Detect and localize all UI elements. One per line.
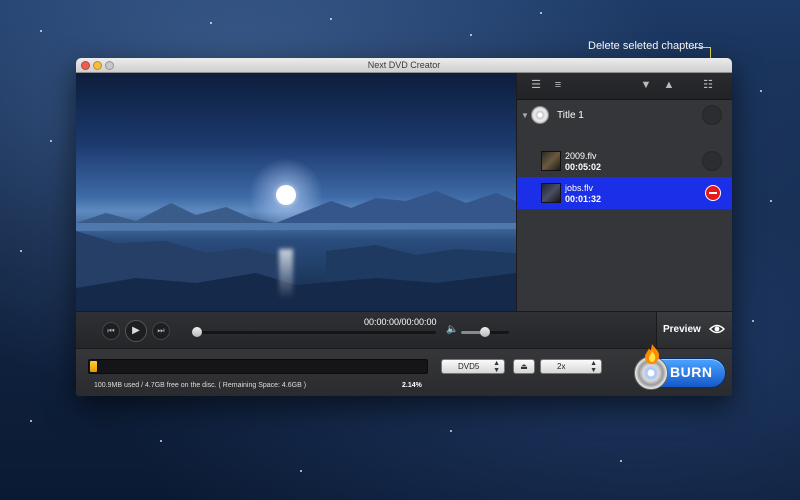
chapter-duration: 00:05:02: [565, 162, 602, 172]
playback-controls: ⏮ ▶ ⏭ 00:00:00/00:00:00 🔈: [76, 311, 656, 348]
window-title: Next DVD Creator: [367, 60, 441, 70]
chapter-action-slot: [702, 151, 722, 171]
chapter-item[interactable]: 2009.flv 00:05:02: [517, 145, 732, 177]
menu-icon[interactable]: ☰: [529, 78, 543, 92]
tree-icon[interactable]: ☷: [701, 78, 715, 92]
arrow-up-icon[interactable]: ▲: [662, 78, 676, 92]
previous-icon[interactable]: ⏮: [102, 322, 120, 340]
chapter-item-selected[interactable]: jobs.flv 00:01:32: [517, 177, 732, 209]
chapter-duration: 00:01:32: [565, 194, 602, 204]
title-label: Title 1: [557, 110, 584, 121]
seek-knob[interactable]: [192, 327, 202, 337]
video-preview[interactable]: [76, 73, 516, 311]
disc-type-value: DVD5: [458, 362, 480, 371]
eye-icon: [709, 324, 725, 334]
callout-text: Delete seleted chapters: [588, 40, 704, 52]
panel-toolbar: ☰ ≡ ▼ ▲ ☷: [517, 73, 732, 100]
disc-usage-percent: 2.14%: [402, 382, 422, 389]
burn-button[interactable]: BURN: [634, 344, 726, 390]
volume-icon[interactable]: 🔈: [446, 324, 458, 335]
burn-speed-value: 2x: [557, 362, 566, 371]
preview-label: Preview: [663, 324, 701, 335]
chevron-updown-icon: ▲ ▼: [493, 360, 500, 374]
disc-capacity-bar: [88, 359, 428, 374]
time-display: 00:00:00/00:00:00: [364, 317, 437, 327]
burn-label: BURN: [670, 364, 713, 380]
seek-bar[interactable]: [196, 331, 436, 334]
disc-type-select[interactable]: DVD5 ▲ ▼: [441, 359, 505, 374]
volume-knob[interactable]: [480, 327, 490, 337]
chapter-action-slot: [702, 105, 722, 125]
moon-reflection: [279, 249, 293, 299]
mountain-landscape: [76, 191, 516, 311]
disclosure-triangle-icon[interactable]: ▼: [521, 111, 529, 120]
arrow-down-icon[interactable]: ▼: [639, 78, 653, 92]
chapter-thumbnail: [541, 151, 561, 171]
play-icon[interactable]: ▶: [125, 320, 147, 342]
disc-icon: [531, 106, 549, 124]
disc-capacity-fill: [90, 361, 97, 372]
chapter-name: 2009.flv: [565, 151, 597, 161]
title-bar: Next DVD Creator: [76, 58, 732, 73]
callout-line: [692, 47, 710, 48]
chapter-panel: ☰ ≡ ▼ ▲ ☷ ▼ Title 1 2009.flv 00:05:02 jo…: [516, 73, 732, 311]
delete-icon[interactable]: [705, 185, 721, 201]
eject-icon[interactable]: ⏏: [513, 359, 535, 374]
chapter-thumbnail: [541, 183, 561, 203]
burn-speed-select[interactable]: 2x ▲ ▼: [540, 359, 602, 374]
disc-usage-text: 100.9MB used / 4.7GB free on the disc. (…: [94, 382, 307, 389]
list-icon[interactable]: ≡: [551, 78, 565, 92]
title-item[interactable]: ▼ Title 1: [517, 100, 732, 132]
chapter-name: jobs.flv: [565, 183, 594, 193]
flame-icon: [645, 344, 660, 364]
next-icon[interactable]: ⏭: [152, 322, 170, 340]
chevron-updown-icon: ▲ ▼: [590, 360, 597, 374]
preview-button[interactable]: Preview: [656, 311, 732, 348]
